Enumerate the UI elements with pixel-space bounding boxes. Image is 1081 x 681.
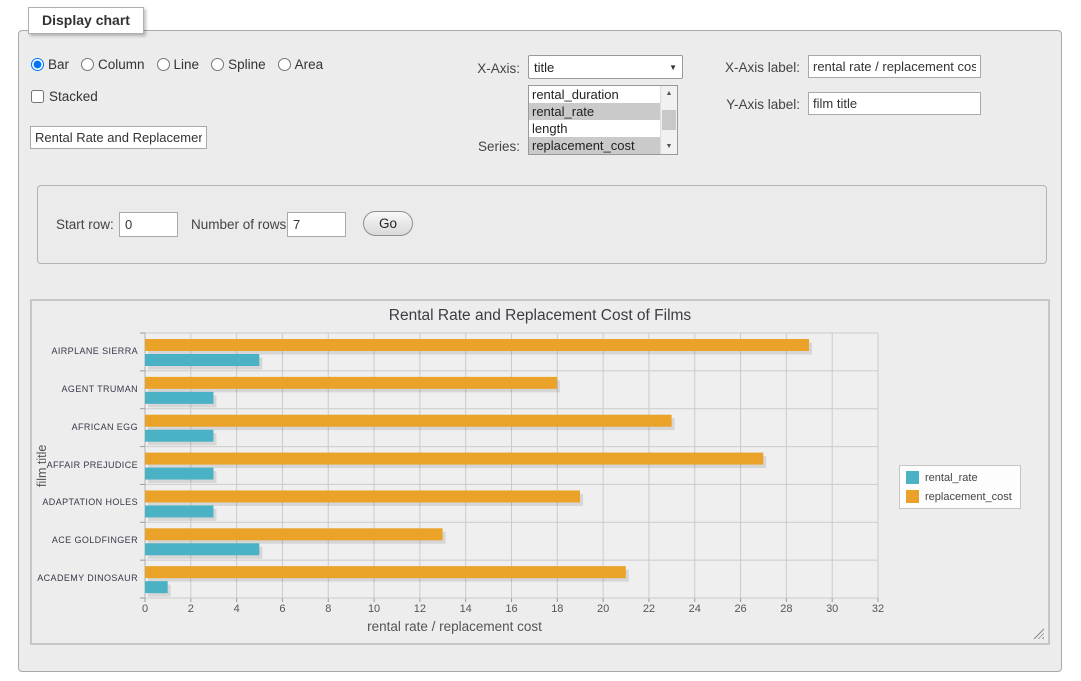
stacked-checkbox[interactable] [31, 90, 44, 103]
chart-legend: rental_rate replacement_cost [899, 465, 1021, 509]
rows-control-panel: Start row: Number of rows: Go [37, 185, 1047, 264]
x-tick-label: 28 [771, 603, 801, 615]
series-multiselect[interactable]: rental_duration rental_rate length repla… [528, 85, 678, 155]
x-tick-label: 0 [130, 603, 160, 615]
chart-title: Rental Rate and Replacement Cost of Film… [32, 307, 1048, 325]
series-options: rental_duration rental_rate length repla… [529, 86, 660, 154]
scrollbar-thumb[interactable] [662, 110, 676, 130]
num-rows-input[interactable] [287, 212, 346, 237]
x-tick-label: 10 [359, 603, 389, 615]
series-scrollbar[interactable]: ▲ ▼ [660, 86, 677, 154]
radio-bar-label: Bar [48, 57, 69, 72]
stacked-checkbox-row[interactable]: Stacked [31, 89, 98, 104]
legend-swatch-rental_rate [906, 471, 919, 484]
bar-replacement_cost [145, 415, 672, 427]
bar-replacement_cost [145, 453, 763, 465]
x-tick-label: 6 [267, 603, 297, 615]
chart-x-axis-title: rental rate / replacement cost [32, 619, 877, 634]
plot-area [145, 333, 878, 598]
start-row-input[interactable] [119, 212, 178, 237]
y-axis-label-input[interactable] [808, 92, 981, 115]
stacked-label: Stacked [49, 89, 98, 104]
series-label: Series: [440, 139, 520, 154]
scroll-up-icon[interactable]: ▲ [661, 86, 677, 101]
x-tick-label: 2 [176, 603, 206, 615]
series-option-rental-rate[interactable]: rental_rate [529, 103, 660, 120]
scroll-down-icon[interactable]: ▼ [661, 139, 677, 154]
x-tick-label: 8 [313, 603, 343, 615]
y-category-label: ACADEMY DINOSAUR [32, 573, 138, 583]
series-option-rental-duration[interactable]: rental_duration [529, 86, 660, 103]
bar-rental_rate [145, 468, 213, 480]
x-tick-label: 32 [863, 603, 893, 615]
bar-replacement_cost [145, 528, 443, 540]
y-category-label: AGENT TRUMAN [32, 384, 138, 394]
radio-line[interactable]: Line [157, 57, 200, 72]
start-row-label: Start row: [56, 217, 114, 232]
y-axis-label-caption: Y-Axis label: [705, 97, 800, 112]
bar-rental_rate [145, 581, 168, 593]
x-tick-label: 24 [680, 603, 710, 615]
radio-bar-input[interactable] [31, 58, 44, 71]
bar-rental_rate [145, 543, 259, 555]
radio-line-label: Line [174, 57, 200, 72]
legend-label: rental_rate [925, 472, 978, 484]
page: Display chart Bar Column Line Spline Are… [0, 0, 1081, 681]
bar-rental_rate [145, 430, 213, 442]
series-option-length[interactable]: length [529, 120, 660, 137]
radio-column-label: Column [98, 57, 145, 72]
radio-area-input[interactable] [278, 58, 291, 71]
x-tick-label: 30 [817, 603, 847, 615]
x-axis-label-input[interactable] [808, 55, 981, 78]
x-tick-label: 12 [405, 603, 435, 615]
y-category-label: AFRICAN EGG [32, 422, 138, 432]
x-tick-label: 4 [222, 603, 252, 615]
bar-rental_rate [145, 354, 259, 366]
chart-container: Rental Rate and Replacement Cost of Film… [30, 299, 1050, 645]
y-category-label: ACE GOLDFINGER [32, 535, 138, 545]
legend-swatch-replacement_cost [906, 490, 919, 503]
y-category-label: ADAPTATION HOLES [32, 497, 138, 507]
radio-spline-label: Spline [228, 57, 266, 72]
bar-replacement_cost [145, 377, 557, 389]
x-tick-label: 14 [451, 603, 481, 615]
x-tick-label: 20 [588, 603, 618, 615]
num-rows-label: Number of rows: [191, 217, 290, 232]
radio-area-label: Area [295, 57, 324, 72]
radio-area[interactable]: Area [278, 57, 324, 72]
x-axis-label-caption: X-Axis label: [705, 60, 800, 75]
radio-column[interactable]: Column [81, 57, 145, 72]
chart-type-radio-group: Bar Column Line Spline Area [31, 57, 331, 72]
radio-column-input[interactable] [81, 58, 94, 71]
bar-replacement_cost [145, 566, 626, 578]
x-axis-select[interactable]: title ▼ [528, 55, 683, 79]
radio-spline-input[interactable] [211, 58, 224, 71]
radio-bar[interactable]: Bar [31, 57, 69, 72]
bar-replacement_cost [145, 339, 809, 351]
series-option-replacement-cost[interactable]: replacement_cost [529, 137, 660, 154]
x-tick-label: 26 [726, 603, 756, 615]
legend-item: rental_rate [906, 471, 1012, 484]
x-tick-label: 16 [497, 603, 527, 615]
legend-label: replacement_cost [925, 491, 1012, 503]
bar-rental_rate [145, 392, 213, 404]
legend-item: replacement_cost [906, 490, 1012, 503]
bar-rental_rate [145, 505, 213, 517]
chart-title-input[interactable] [30, 126, 207, 149]
radio-line-input[interactable] [157, 58, 170, 71]
y-category-label: AFFAIR PREJUDICE [32, 460, 138, 470]
panel-title: Display chart [28, 7, 144, 34]
radio-spline[interactable]: Spline [211, 57, 266, 72]
go-button[interactable]: Go [363, 211, 413, 236]
resize-grip-icon[interactable] [1033, 628, 1044, 639]
x-axis-label: X-Axis: [440, 61, 520, 76]
x-tick-label: 22 [634, 603, 664, 615]
x-tick-label: 18 [542, 603, 572, 615]
bar-replacement_cost [145, 490, 580, 502]
x-axis-select-value: title [534, 60, 554, 75]
y-category-label: AIRPLANE SIERRA [32, 346, 138, 356]
chevron-down-icon: ▼ [669, 63, 677, 72]
